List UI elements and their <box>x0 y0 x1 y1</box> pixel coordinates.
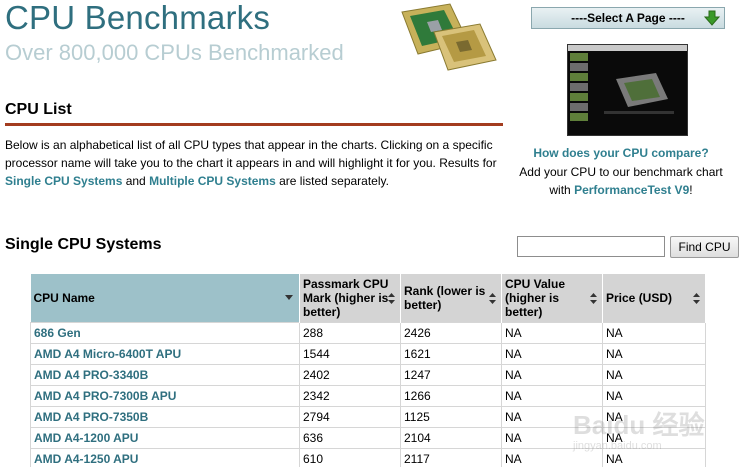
performancetest-link[interactable]: PerformanceTest V9 <box>574 183 689 197</box>
sort-icon <box>693 293 700 304</box>
col-header-cpu-name[interactable]: CPU Name <box>30 274 300 322</box>
table-row: AMD A4-1200 APU 636 2104 NA NA <box>30 426 706 449</box>
col-header-price[interactable]: Price (USD) <box>602 274 706 322</box>
cpu-name-link[interactable]: AMD A4-1250 APU <box>30 447 300 467</box>
table-row: AMD A4 PRO-3340B 2402 1247 NA NA <box>30 363 706 386</box>
col-header-cpu-mark[interactable]: Passmark CPU Mark (higher is better) <box>299 274 401 322</box>
cpu-name-link[interactable]: AMD A4 PRO-7300B APU <box>30 384 300 407</box>
rank-cell: 2117 <box>400 447 502 467</box>
table-row: AMD A4-1250 APU 610 2117 NA NA <box>30 447 706 467</box>
col-label: Price (USD) <box>606 290 673 305</box>
cpu-name-link[interactable]: AMD A4 PRO-7350B <box>30 405 300 428</box>
performancetest-screenshot[interactable] <box>567 44 688 136</box>
sort-desc-icon <box>285 295 293 300</box>
single-cpu-link[interactable]: Single CPU Systems <box>5 174 122 188</box>
price-cell: NA <box>602 342 706 365</box>
compare-cpu-link[interactable]: How does your CPU compare? <box>503 146 739 160</box>
value-cell: NA <box>501 405 603 428</box>
rank-cell: 1247 <box>400 363 502 386</box>
intro-end: are listed separately. <box>275 174 389 188</box>
cpu-name-link[interactable]: AMD A4 PRO-3340B <box>30 363 300 386</box>
cpu-mark-cell: 288 <box>299 321 401 344</box>
price-cell: NA <box>602 321 706 344</box>
col-label: Passmark CPU Mark (higher is better) <box>303 276 389 319</box>
intro-and: and <box>122 174 150 188</box>
multiple-cpu-link[interactable]: Multiple CPU Systems <box>149 174 276 188</box>
col-label: Rank (lower is better) <box>404 283 486 312</box>
value-cell: NA <box>501 363 603 386</box>
price-cell: NA <box>602 405 706 428</box>
cpu-mark-cell: 2342 <box>299 384 401 407</box>
single-cpu-heading: Single CPU Systems <box>5 236 162 253</box>
promo-text: Add your CPU to our benchmark chart with… <box>503 163 739 199</box>
price-cell: NA <box>602 384 706 407</box>
price-cell: NA <box>602 447 706 467</box>
cpu-mark-cell: 2402 <box>299 363 401 386</box>
col-label: CPU Value (higher is better) <box>505 276 566 319</box>
arrow-down-icon <box>704 10 720 26</box>
value-cell: NA <box>501 342 603 365</box>
cpu-list-intro: Below is an alphabetical list of all CPU… <box>5 136 503 190</box>
rank-cell: 2104 <box>400 426 502 449</box>
rank-cell: 1125 <box>400 405 502 428</box>
table-row: AMD A4 PRO-7300B APU 2342 1266 NA NA <box>30 384 706 407</box>
cpu-list-heading: CPU List <box>5 101 72 118</box>
col-label: CPU Name <box>33 290 95 305</box>
cpu-table: CPU Name Passmark CPU Mark (higher is be… <box>30 274 706 467</box>
promo-line: Add your CPU to our benchmark chart <box>519 165 723 179</box>
rank-cell: 1266 <box>400 384 502 407</box>
value-cell: NA <box>501 447 603 467</box>
page-select-label: ----Select A Page ---- <box>571 11 685 25</box>
promo-with: with <box>549 183 575 197</box>
table-row: 686 Gen 288 2426 NA NA <box>30 321 706 344</box>
page-select-dropdown[interactable]: ----Select A Page ---- <box>531 7 725 29</box>
cpu-mark-cell: 1544 <box>299 342 401 365</box>
cpu-name-link[interactable]: 686 Gen <box>30 321 300 344</box>
cpu-mark-cell: 610 <box>299 447 401 467</box>
value-cell: NA <box>501 321 603 344</box>
value-cell: NA <box>501 426 603 449</box>
col-header-cpu-value[interactable]: CPU Value (higher is better) <box>501 274 603 322</box>
cpu-chip-image <box>401 3 497 71</box>
table-header-row: CPU Name Passmark CPU Mark (higher is be… <box>30 274 706 322</box>
find-cpu-button[interactable]: Find CPU <box>670 236 739 258</box>
sort-icon <box>388 293 395 304</box>
sort-icon <box>590 293 597 304</box>
value-cell: NA <box>501 384 603 407</box>
rank-cell: 2426 <box>400 321 502 344</box>
heading-divider <box>5 123 503 126</box>
cpu-mark-cell: 636 <box>299 426 401 449</box>
site-title: CPU Benchmarks <box>5 0 271 36</box>
sort-icon <box>489 293 496 304</box>
cpu-name-link[interactable]: AMD A4-1200 APU <box>30 426 300 449</box>
table-row: AMD A4 Micro-6400T APU 1544 1621 NA NA <box>30 342 706 365</box>
table-row: AMD A4 PRO-7350B 2794 1125 NA NA <box>30 405 706 428</box>
intro-text: Below is an alphabetical list of all CPU… <box>5 138 497 170</box>
site-subtitle: Over 800,000 CPUs Benchmarked <box>5 40 344 65</box>
promo-suffix: ! <box>689 183 693 197</box>
col-header-rank[interactable]: Rank (lower is better) <box>400 274 502 322</box>
cpu-mark-cell: 2794 <box>299 405 401 428</box>
cpu-search-input[interactable] <box>517 236 665 257</box>
cpu-name-link[interactable]: AMD A4 Micro-6400T APU <box>30 342 300 365</box>
rank-cell: 1621 <box>400 342 502 365</box>
price-cell: NA <box>602 426 706 449</box>
price-cell: NA <box>602 363 706 386</box>
